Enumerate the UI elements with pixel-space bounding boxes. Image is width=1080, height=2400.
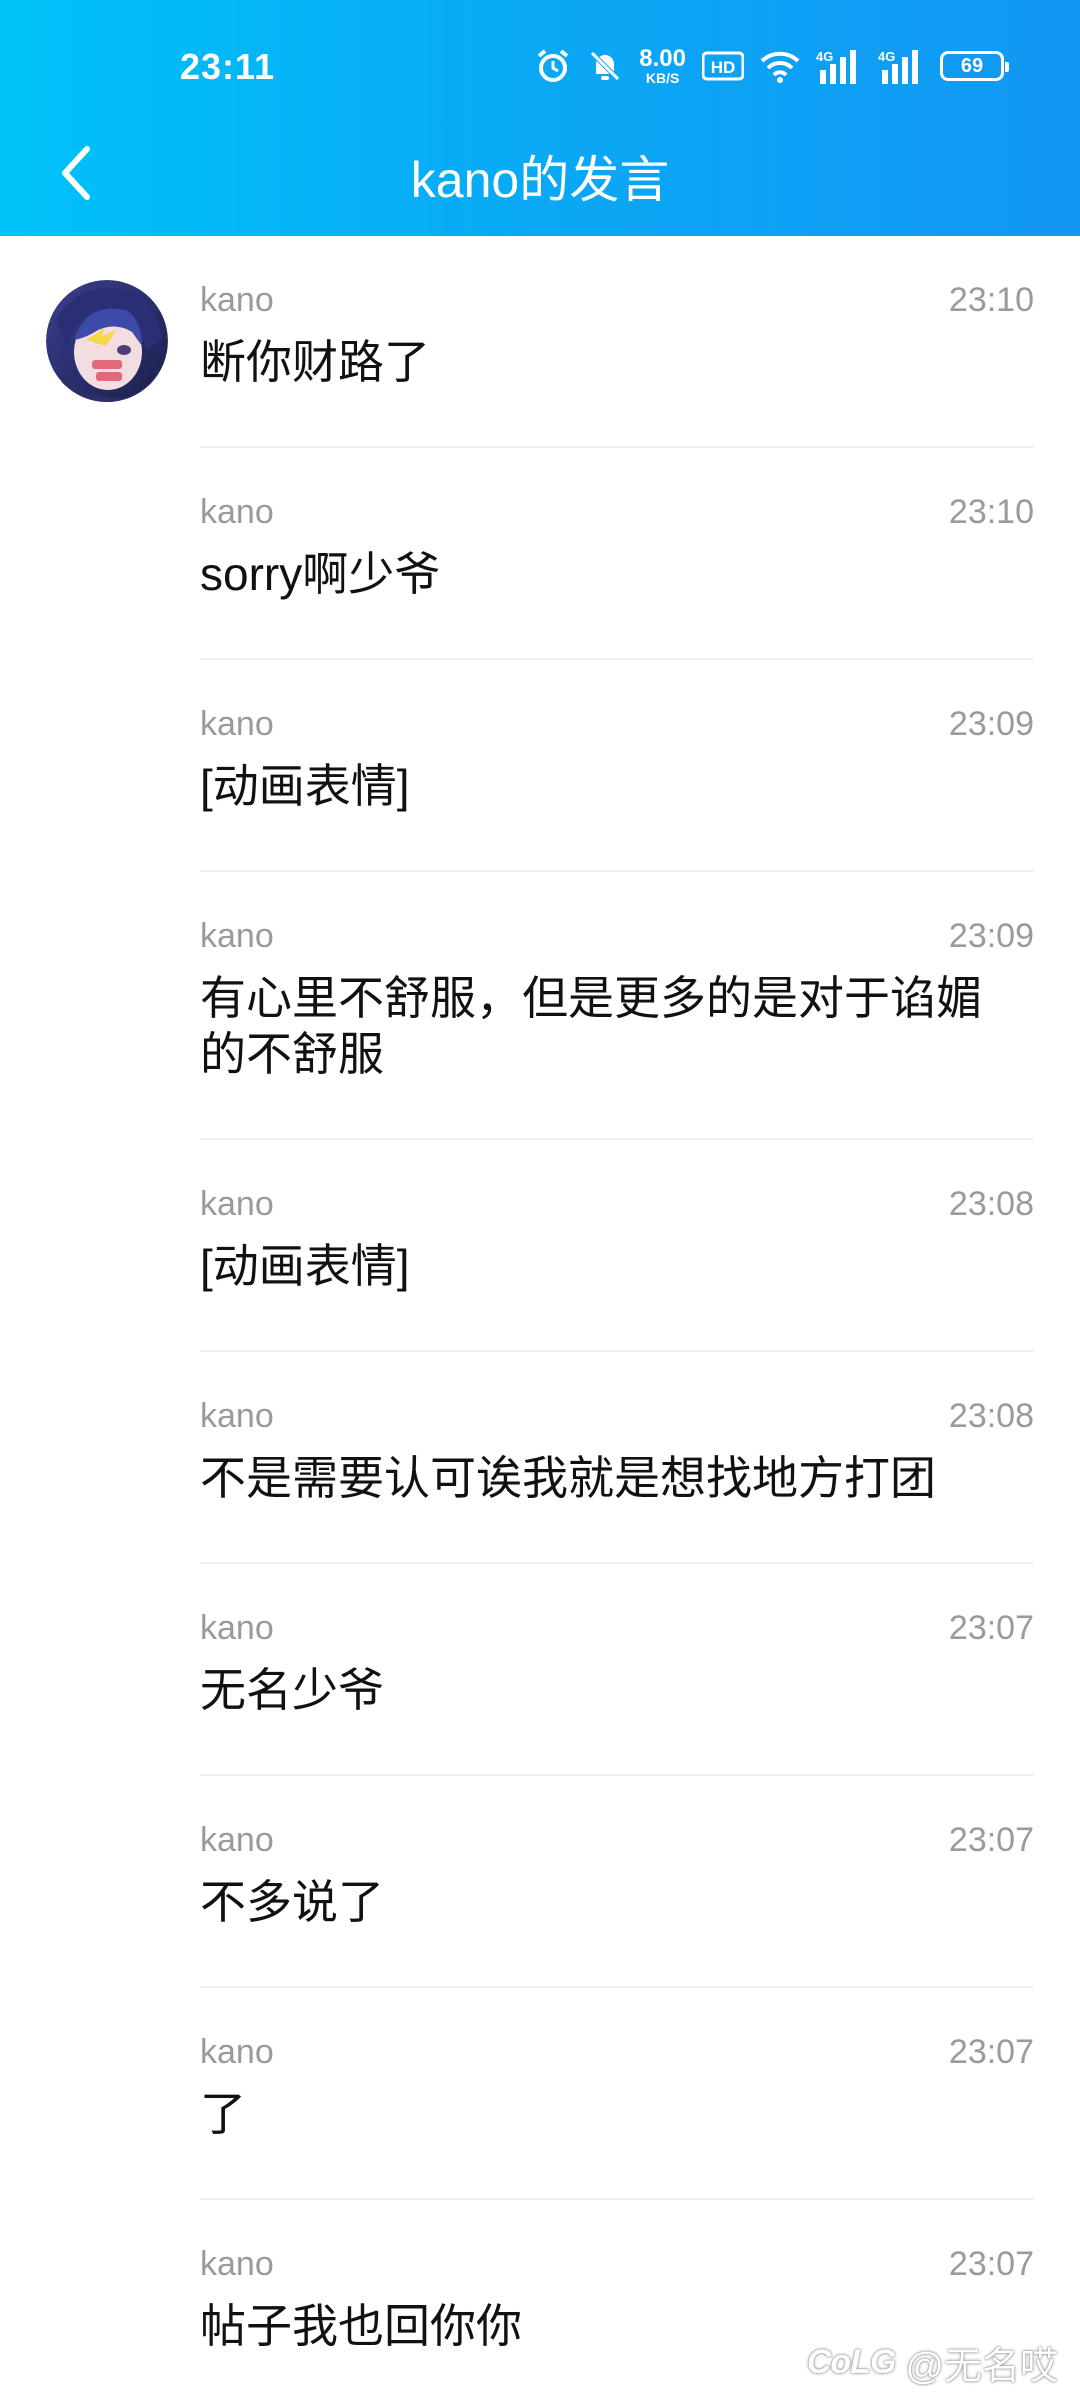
page-title: kano的发言 xyxy=(410,152,670,208)
message-item[interactable]: kano 23:07 了 xyxy=(0,1988,1080,2200)
signal-icon: 4G xyxy=(878,48,924,84)
sender-name: kano xyxy=(200,1396,274,1435)
message-text: [动画表情] xyxy=(200,760,410,812)
wifi-icon xyxy=(760,49,800,83)
net-speed: 8.00 KB/S xyxy=(639,45,686,86)
signal-icon: 4G xyxy=(816,48,862,84)
app-header: 23:11 8.00 KB/S HD 4G 4G 69 kano的发言 xyxy=(0,0,1080,236)
sender-name: kano xyxy=(200,704,274,743)
sender-name: kano xyxy=(200,280,274,319)
alarm-icon xyxy=(535,48,571,84)
message-text: sorry啊少爷 xyxy=(200,548,441,600)
sender-name: kano xyxy=(200,1184,274,1223)
message-time: 23:10 xyxy=(948,492,1034,531)
message-item[interactable]: kano 23:08 不是需要认可诶我就是想找地方打团 xyxy=(0,1352,1080,1564)
sender-name: kano xyxy=(200,492,274,531)
svg-text:4G: 4G xyxy=(816,49,833,64)
message-item[interactable]: kano 23:10 断你财路了 xyxy=(0,236,1080,448)
nav-bar: kano的发言 xyxy=(0,120,1080,230)
message-item[interactable]: kano 23:09 [动画表情] xyxy=(0,660,1080,872)
message-item[interactable]: kano 23:07 无名少爷 xyxy=(0,1564,1080,1776)
message-time: 23:07 xyxy=(948,1820,1034,1859)
status-time: 23:11 xyxy=(180,46,276,87)
message-time: 23:08 xyxy=(948,1184,1034,1223)
hd-icon: HD xyxy=(702,50,744,82)
sender-name: kano xyxy=(200,916,274,955)
battery-icon: 69 xyxy=(940,51,1009,81)
message-item[interactable]: kano 23:08 [动画表情] xyxy=(0,1140,1080,1352)
sender-name: kano xyxy=(200,1608,274,1647)
message-text: 了 xyxy=(200,2088,246,2140)
status-bar: 23:11 8.00 KB/S HD 4G 4G 69 xyxy=(0,0,1080,140)
message-time: 23:09 xyxy=(948,916,1034,955)
mute-icon xyxy=(587,48,623,84)
message-text: 不是需要认可诶我就是想找地方打团 xyxy=(200,1452,936,1504)
message-text: 无名少爷 xyxy=(200,1664,384,1716)
watermark-handle: @无名哎 xyxy=(905,2345,1058,2388)
message-time: 23:07 xyxy=(948,1608,1034,1647)
message-item[interactable]: kano 23:10 sorry啊少爷 xyxy=(0,448,1080,660)
message-time: 23:09 xyxy=(948,704,1034,743)
svg-text:HD: HD xyxy=(711,58,736,77)
status-icons: 8.00 KB/S HD 4G 4G 69 xyxy=(535,44,1009,88)
message-item[interactable]: kano 23:07 不多说了 xyxy=(0,1776,1080,1988)
message-text: 不多说了 xyxy=(200,1876,384,1928)
message-text: 断你财路了 xyxy=(200,336,430,388)
sender-name: kano xyxy=(200,2032,274,2071)
watermark-logo: CoLG xyxy=(806,2342,897,2381)
svg-text:4G: 4G xyxy=(878,49,895,64)
sender-name: kano xyxy=(200,1820,274,1859)
message-time: 23:10 xyxy=(948,280,1034,319)
message-time: 23:07 xyxy=(948,2032,1034,2071)
avatar[interactable] xyxy=(46,280,168,402)
message-text: [动画表情] xyxy=(200,1240,410,1292)
message-list[interactable]: kano 23:10 断你财路了 kano 23:10 sorry啊少爷 kano 2… xyxy=(0,236,1080,2400)
message-item[interactable]: kano 23:09 有心里不舒服，但是更多的是对于谄媚的不舒服 xyxy=(0,872,1080,1140)
battery-level: 69 xyxy=(960,54,984,77)
message-text: 有心里不舒服，但是更多的是对于谄媚的不舒服 xyxy=(200,972,982,1080)
message-time: 23:08 xyxy=(948,1396,1034,1435)
watermark: CoLG @无名哎 xyxy=(806,2338,1058,2388)
message-time: 23:07 xyxy=(948,2244,1034,2283)
sender-name: kano xyxy=(200,2244,274,2283)
